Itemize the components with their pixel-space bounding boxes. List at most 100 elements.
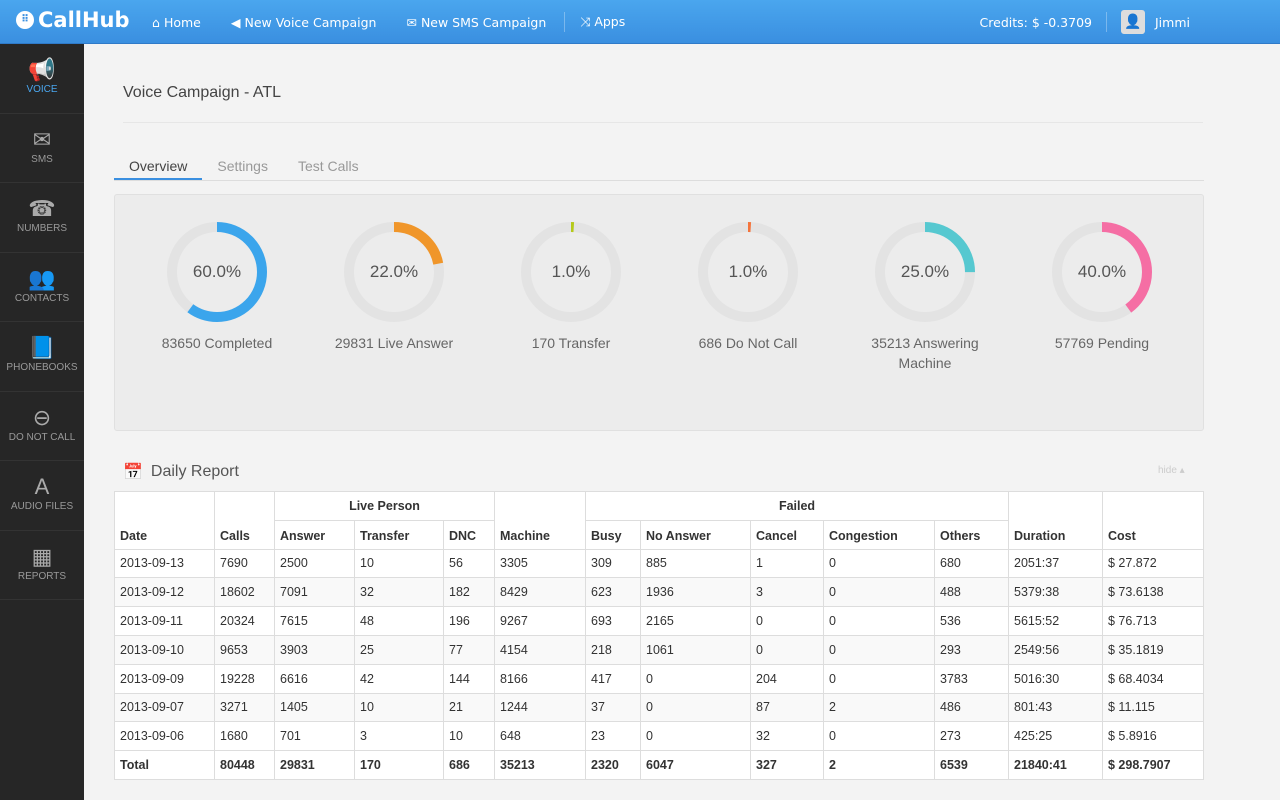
table-cell: 18602	[214, 577, 275, 608]
top-nav: ⌂ Home ◀ New Voice Campaign ✉ New SMS Campaig…	[152, 0, 655, 44]
stat-donut: 60.0% 83650 Completed	[129, 221, 305, 353]
total-cell: 327	[750, 750, 824, 780]
stat-donut: 22.0% 29831 Live Answer	[306, 221, 482, 353]
table-cell: 0	[823, 577, 935, 608]
tab-settings[interactable]: Settings	[202, 152, 283, 180]
stat-label: 686 Do Not Call	[698, 335, 798, 351]
column-header: No Answer	[640, 519, 751, 550]
column-header: Cost	[1102, 491, 1204, 550]
font-icon: A	[34, 474, 50, 499]
table-cell: 0	[640, 721, 751, 752]
column-header: Others	[934, 519, 1009, 550]
table-cell: 701	[274, 721, 355, 752]
table-cell: 2013-09-06	[114, 721, 215, 752]
table-cell: 3783	[934, 663, 1009, 694]
stat-donut: 25.0% 35213 Answering Machine	[837, 221, 1013, 373]
stat-label: 170 Transfer	[531, 335, 611, 351]
table-cell: 1061	[640, 634, 751, 665]
sidebar-item-label: REPORTS	[17, 570, 67, 582]
hide-report-link[interactable]: hide ▴	[1158, 465, 1185, 476]
column-header: Duration	[1008, 491, 1103, 550]
sidebar-item-do-not-call[interactable]: ⊖ DO NOT CALL	[0, 392, 84, 461]
callhub-logo[interactable]: ⠿ CallHub	[16, 8, 130, 32]
table-cell: 32	[354, 577, 444, 608]
table-cell: 2	[823, 692, 935, 723]
stat-donut: 40.0% 57769 Pending	[1014, 221, 1190, 353]
table-cell: 4154	[494, 634, 586, 665]
table-cell: 2013-09-09	[114, 663, 215, 694]
total-cell: 170	[354, 750, 444, 780]
table-cell: 7690	[214, 548, 275, 579]
table-cell: 182	[443, 577, 495, 608]
tab-test-calls[interactable]: Test Calls	[283, 152, 374, 180]
table-row: 2013-09-06 1680 701 3 10 648 23 0 32 0 273 425:25 $ …	[114, 721, 1204, 752]
table-cell: 648	[494, 721, 586, 752]
sidebar-item-numbers[interactable]: ☎ NUMBERS	[0, 183, 84, 253]
tab-overview[interactable]: Overview	[114, 152, 203, 180]
main-content: Voice Campaign - ATL Overview Settings Tes…	[84, 44, 1280, 800]
sidebar-item-voice[interactable]: 📢 VOICE	[0, 44, 84, 114]
table-cell: 2500	[274, 548, 355, 579]
sidebar-item-phonebooks[interactable]: 📘 PHONEBOOKS	[0, 322, 84, 392]
table-cell: 42	[354, 663, 444, 694]
stat-donut: 1.0% 686 Do Not Call	[660, 221, 836, 353]
logo-icon: ⠿	[16, 11, 34, 29]
user-menu[interactable]: Jimmi	[1155, 15, 1190, 30]
table-cell: $ 68.4034	[1102, 663, 1204, 694]
table-cell: $ 35.1819	[1102, 634, 1204, 665]
table-cell: 885	[640, 548, 751, 579]
table-cell: 293	[934, 634, 1009, 665]
bullhorn-icon: ◀	[230, 14, 241, 30]
total-cell: 29831	[274, 750, 355, 780]
divider	[564, 12, 566, 32]
table-cell: 2013-09-10	[114, 634, 215, 665]
credits: Credits: $ -0.3709	[979, 14, 1092, 30]
user-avatar-icon[interactable]: 👤	[1121, 10, 1145, 34]
table-cell: 1405	[274, 692, 355, 723]
table-cell: 32	[750, 721, 824, 752]
nav-new-voice-campaign[interactable]: ◀ New Voice Campaign	[231, 15, 377, 30]
stats-panel: 60.0% 83650 Completed 22.0% 29831 Live Answ…	[114, 194, 1204, 431]
stat-percent: 40.0%	[1077, 262, 1127, 281]
total-cell: 2	[823, 750, 935, 780]
table-cell: 0	[640, 663, 751, 694]
table-cell: 3271	[214, 692, 275, 723]
daily-report-table: Date Calls Live Person Machine Failed Duratio…	[114, 491, 1204, 780]
logo-text: CallHub	[38, 8, 130, 32]
users-icon: 👥	[28, 265, 56, 291]
sidebar-item-sms[interactable]: ✉ SMS	[0, 114, 84, 183]
table-cell: 0	[823, 721, 935, 752]
sidebar-item-label: DO NOT CALL	[8, 431, 76, 443]
table-cell: 37	[585, 692, 641, 723]
nav-new-sms-campaign[interactable]: ✉ New SMS Campaign	[406, 15, 546, 30]
nav-apps[interactable]: ⤨ Apps	[580, 14, 625, 30]
table-cell: 5379:38	[1008, 577, 1103, 608]
table-cell: 2013-09-11	[114, 606, 215, 636]
table-cell: 2013-09-07	[114, 692, 215, 723]
table-cell: 273	[934, 721, 1009, 752]
stat-percent: 25.0%	[900, 262, 950, 281]
total-cell: 21840:41	[1008, 750, 1103, 780]
table-cell: 3305	[494, 548, 586, 579]
table-row: 2013-09-13 7690 2500 10 56 3305 309 885 1 0 680 205…	[114, 548, 1204, 579]
sidebar-item-contacts[interactable]: 👥 CONTACTS	[0, 253, 84, 322]
shuffle-icon: ⤨	[580, 14, 591, 29]
table-cell: 0	[750, 606, 824, 636]
sidebar-item-audio-files[interactable]: A AUDIO FILES	[0, 461, 84, 531]
column-header: Calls	[214, 491, 275, 550]
table-cell: 8429	[494, 577, 586, 608]
table-cell: 0	[640, 692, 751, 723]
sidebar: 📢 VOICE ✉ SMS ☎ NUMBERS 👥 CONTACTS 📘 PHONEBOOKS ⊖ D…	[0, 44, 84, 800]
table-cell: 0	[750, 634, 824, 665]
sidebar-item-label: CONTACTS	[14, 292, 70, 304]
nav-label: Apps	[594, 14, 626, 29]
table-cell: 5615:52	[1008, 606, 1103, 636]
nav-label: New SMS Campaign	[420, 14, 547, 30]
stat-percent: 60.0%	[192, 262, 242, 281]
table-cell: 204	[750, 663, 824, 694]
table-cell: 48	[354, 606, 444, 636]
nav-home[interactable]: ⌂ Home	[152, 15, 201, 30]
table-cell: 144	[443, 663, 495, 694]
sidebar-item-reports[interactable]: ▦ REPORTS	[0, 531, 84, 600]
table-row: 2013-09-12 18602 7091 32 182 8429 623 1936 3 0 488…	[114, 577, 1204, 608]
